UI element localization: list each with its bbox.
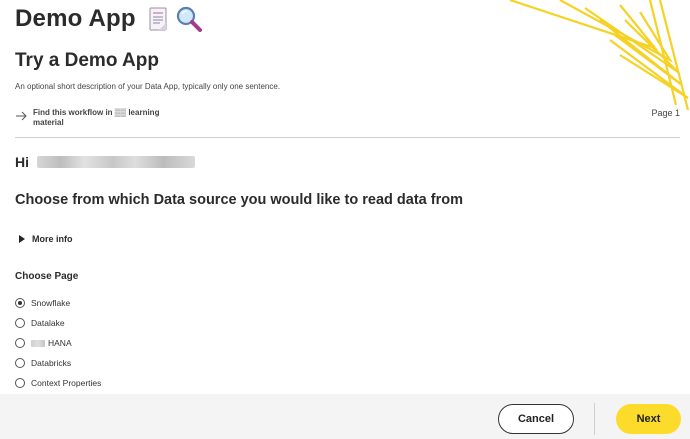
app-title: Demo App <box>15 5 136 32</box>
greeting: Hi <box>15 154 195 170</box>
radio-button[interactable] <box>15 378 25 388</box>
radio-label: Datalake <box>31 318 65 328</box>
disclosure-triangle-icon <box>19 235 25 243</box>
radio-label: Databricks <box>31 358 72 368</box>
radio-option-hana[interactable]: HANA <box>15 333 101 353</box>
radio-label: Context Properties <box>31 378 102 388</box>
footer-divider <box>594 403 595 435</box>
radio-label: HANA <box>48 338 72 348</box>
document-icon <box>149 7 167 31</box>
radio-button[interactable] <box>15 358 25 368</box>
radio-option-context-properties[interactable]: Context Properties <box>15 373 101 393</box>
radio-label: Snowflake <box>31 298 71 308</box>
choose-page-radio-group: Snowflake Datalake HANA Databricks Conte… <box>15 293 101 393</box>
magnifier-icon <box>176 6 202 32</box>
page-heading: Try a Demo App <box>15 50 159 71</box>
more-info-toggle[interactable]: More info <box>19 234 73 244</box>
learning-link-label[interactable]: Find this workflow in ▒▒ learning materi… <box>33 108 173 128</box>
next-button[interactable]: Next <box>616 404 681 434</box>
radio-label-wrapper: HANA <box>31 338 72 348</box>
app-header: Demo App <box>15 4 202 34</box>
page-indicator: Page 1 <box>651 108 680 118</box>
learning-material-link[interactable]: Find this workflow in ▒▒ learning materi… <box>15 108 173 128</box>
greeting-hi: Hi <box>15 154 29 170</box>
redacted-prefix <box>31 339 45 347</box>
section-heading: Choose from which Data source you would … <box>15 192 463 208</box>
radio-button[interactable] <box>15 338 25 348</box>
radio-option-snowflake[interactable]: Snowflake <box>15 293 101 313</box>
redacted-user-name <box>37 156 195 168</box>
title-icons <box>148 6 202 32</box>
more-info-label: More info <box>32 234 73 244</box>
radio-option-datalake[interactable]: Datalake <box>15 313 101 333</box>
decorative-lines-graphic <box>509 0 690 110</box>
page-description: An optional short description of your Da… <box>15 82 281 91</box>
choose-page-label: Choose Page <box>15 271 79 282</box>
radio-button[interactable] <box>15 318 25 328</box>
header-divider <box>15 137 680 138</box>
cancel-button[interactable]: Cancel <box>498 404 574 434</box>
footer-bar: Cancel Next <box>0 394 690 439</box>
radio-option-databricks[interactable]: Databricks <box>15 353 101 373</box>
radio-button-selected[interactable] <box>15 298 25 308</box>
arrow-right-icon <box>16 111 27 121</box>
